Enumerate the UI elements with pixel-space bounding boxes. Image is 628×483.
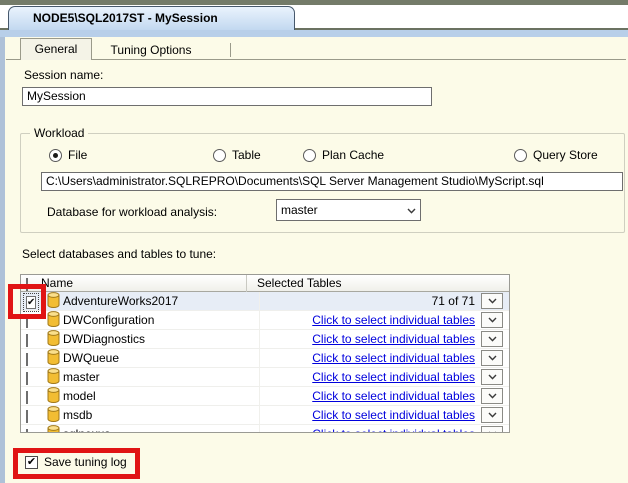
column-header-selected-tables[interactable]: Selected Tables <box>246 275 506 292</box>
save-tuning-log-option[interactable]: ✔ Save tuning log <box>25 455 127 469</box>
radio-file[interactable]: File <box>49 148 87 162</box>
radio-query-store-label: Query Store <box>533 148 598 162</box>
selected-tables-value[interactable]: Click to select individual tables <box>312 313 475 327</box>
row-dropdown-button[interactable] <box>481 350 503 366</box>
database-name: DWConfiguration <box>63 313 155 327</box>
table-row[interactable]: model Click to select individual tables <box>21 386 509 406</box>
row-checkbox[interactable] <box>26 391 28 404</box>
databases-table: Name Selected Tables ✔ AdventureWorks201… <box>20 274 510 433</box>
row-checkbox[interactable] <box>26 429 28 432</box>
chevron-down-icon <box>488 431 496 432</box>
table-row[interactable]: DWConfiguration Click to select individu… <box>21 310 509 330</box>
row-checkbox[interactable] <box>26 410 28 423</box>
chevron-down-icon <box>487 355 497 361</box>
tab-general[interactable]: General <box>20 38 92 60</box>
database-cylinder-icon <box>41 386 63 406</box>
row-dropdown-button[interactable] <box>481 312 503 328</box>
database-name: master <box>63 370 100 384</box>
chevron-down-icon <box>487 412 497 418</box>
database-cylinder-icon <box>41 329 63 349</box>
session-tab[interactable]: NODE5\SQL2017ST - MySession <box>8 6 295 30</box>
save-tuning-log-checkbox[interactable]: ✔ <box>25 455 38 469</box>
table-row[interactable]: ✔ AdventureWorks2017 71 of 71 <box>21 291 509 312</box>
table-row[interactable]: msdb Click to select individual tables <box>21 405 509 425</box>
radio-table-label: Table <box>232 148 261 162</box>
radio-plan-cache-label: Plan Cache <box>322 148 385 162</box>
workload-group-label: Workload <box>30 126 89 140</box>
tab-accent-band <box>0 30 628 37</box>
session-tab-title: NODE5\SQL2017ST - MySession <box>33 11 218 25</box>
radio-query-store-circle <box>514 148 527 162</box>
db-table-rows: ✔ AdventureWorks2017 71 of 71 DWConfigur… <box>21 291 509 432</box>
radio-table-circle <box>213 148 226 162</box>
tabstrip-baseline <box>6 59 626 60</box>
row-checkbox[interactable] <box>26 334 28 347</box>
selected-tables-value[interactable]: Click to select individual tables <box>312 389 475 403</box>
radio-plan-cache-circle <box>303 148 316 162</box>
session-name-label: Session name: <box>24 68 104 82</box>
database-name: DWDiagnostics <box>63 332 146 346</box>
radio-table[interactable]: Table <box>213 148 261 162</box>
row-checkbox[interactable]: ✔ <box>22 293 40 312</box>
table-row[interactable]: sqlnexus Click to select individual tabl… <box>21 424 509 432</box>
row-checkbox[interactable] <box>26 353 28 366</box>
chevron-down-icon <box>487 393 497 399</box>
database-cylinder-icon <box>41 367 63 387</box>
selected-tables-value[interactable]: 71 of 71 <box>432 294 475 308</box>
database-name: model <box>63 389 96 403</box>
row-dropdown-button[interactable] <box>481 369 503 385</box>
row-dropdown-button[interactable] <box>481 426 503 432</box>
radio-file-circle <box>49 148 62 162</box>
chevron-down-icon <box>487 298 497 304</box>
column-header-name[interactable]: Name <box>41 276 246 290</box>
radio-query-store[interactable]: Query Store <box>514 148 598 162</box>
selected-tables-value[interactable]: Click to select individual tables <box>312 427 475 432</box>
radio-file-label: File <box>68 148 88 162</box>
database-combobox-value: master <box>281 203 318 217</box>
row-dropdown-button[interactable] <box>481 407 503 423</box>
general-tab-page: General Tuning Options Session name: MyS… <box>0 37 628 483</box>
row-dropdown-button[interactable] <box>481 331 503 347</box>
tabstrip-separator <box>230 43 231 57</box>
chevron-down-icon <box>487 374 497 380</box>
database-for-analysis-label: Database for workload analysis: <box>47 205 218 219</box>
selected-tables-value[interactable]: Click to select individual tables <box>312 332 475 346</box>
database-name: DWQueue <box>63 351 120 365</box>
table-row[interactable]: master Click to select individual tables <box>21 367 509 387</box>
database-cylinder-icon <box>41 405 63 425</box>
select-all-checkbox[interactable] <box>26 278 28 291</box>
table-row[interactable]: DWQueue Click to select individual table… <box>21 348 509 368</box>
workload-file-path-input[interactable]: C:\Users\administrator.SQLREPRO\Document… <box>41 172 623 191</box>
database-cylinder-icon <box>41 348 63 368</box>
database-name: msdb <box>63 408 93 422</box>
database-cylinder-icon <box>41 424 63 432</box>
row-dropdown-button[interactable] <box>481 293 503 309</box>
window-left-edge <box>0 37 5 483</box>
databases-table-header: Name Selected Tables <box>21 275 509 292</box>
database-name: sqlnexus <box>63 427 259 432</box>
session-name-input[interactable]: MySession <box>22 87 432 106</box>
chevron-down-icon <box>487 317 497 323</box>
workload-groupbox: Workload File Table Plan Cache Query Sto… <box>20 126 625 233</box>
chevron-down-icon[interactable] <box>402 203 420 217</box>
database-cylinder-icon <box>41 291 63 311</box>
database-for-analysis-combobox[interactable]: master <box>276 199 421 221</box>
database-name: AdventureWorks2017 <box>63 294 179 308</box>
selected-tables-value[interactable]: Click to select individual tables <box>312 408 475 422</box>
row-dropdown-button[interactable] <box>481 388 503 404</box>
select-databases-label: Select databases and tables to tune: <box>22 247 217 261</box>
radio-plan-cache[interactable]: Plan Cache <box>303 148 384 162</box>
save-tuning-log-label: Save tuning log <box>44 455 127 469</box>
row-checkbox[interactable] <box>26 372 28 385</box>
selected-tables-value[interactable]: Click to select individual tables <box>312 351 475 365</box>
database-cylinder-icon <box>41 310 63 330</box>
tuning-advisor-window: NODE5\SQL2017ST - MySession General Tuni… <box>0 0 628 483</box>
session-tab-bar: NODE5\SQL2017ST - MySession <box>0 5 628 30</box>
selected-tables-value[interactable]: Click to select individual tables <box>312 370 475 384</box>
tab-tuning-options[interactable]: Tuning Options <box>92 41 210 59</box>
table-row[interactable]: DWDiagnostics Click to select individual… <box>21 329 509 349</box>
chevron-down-icon <box>487 336 497 342</box>
row-checkbox[interactable] <box>26 315 28 328</box>
